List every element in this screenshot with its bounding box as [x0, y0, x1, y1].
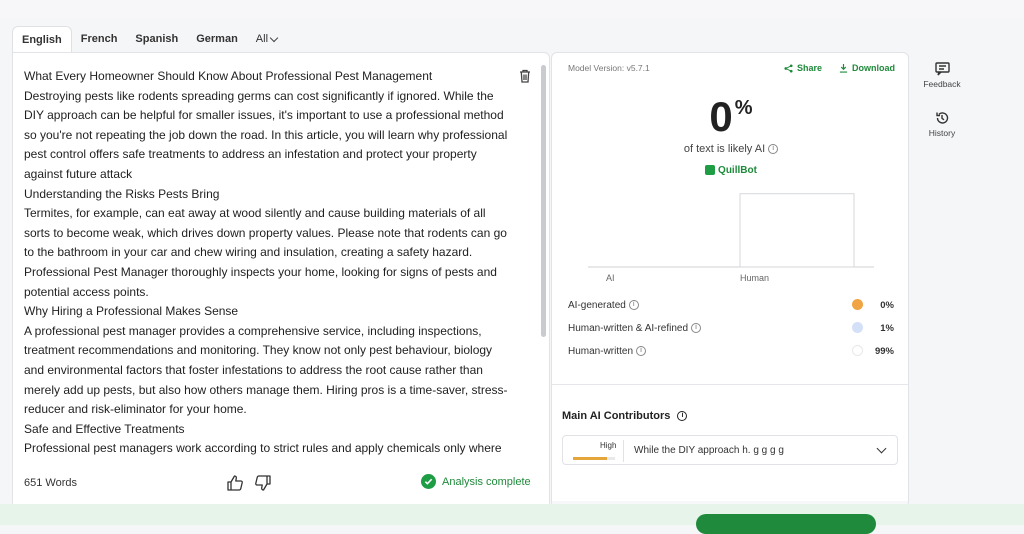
share-label: Share — [797, 63, 823, 73]
download-label: Download — [852, 63, 895, 73]
editor-content[interactable]: What Every Homeowner Should Know About P… — [24, 67, 514, 459]
stat-row-human-refined: Human-written & AI-refined i 1% — [568, 320, 894, 343]
legend-dot-human — [852, 345, 863, 356]
stat-label: Human-written & AI-refined i — [568, 323, 702, 334]
editor-paragraph: Why Hiring a Professional Makes Sense — [24, 304, 239, 319]
brand: QuillBot — [552, 165, 908, 176]
stat-label: AI-generated i — [568, 300, 639, 311]
divider — [623, 440, 624, 462]
editor-paragraph: What Every Homeowner Should Know About P… — [24, 69, 433, 83]
share-icon — [784, 63, 793, 73]
score-breakdown: AI-generated i 0% Human-written & AI-refi… — [568, 297, 894, 366]
stat-value: 0% — [880, 300, 894, 311]
info-icon[interactable]: i — [691, 323, 702, 334]
legend-dot-ai — [852, 299, 863, 310]
editor-scrollbar[interactable] — [541, 65, 546, 337]
ai-score: 0% — [552, 93, 908, 141]
likely-ai-caption: of text is likely AI i — [552, 143, 908, 155]
editor-paragraph: Understanding the Risks Pests Bring — [24, 186, 220, 201]
stat-row-human-written: Human-written i 99% — [568, 343, 894, 366]
contributor-level: High — [600, 441, 617, 450]
brand-logo-icon — [705, 165, 716, 176]
contributor-item[interactable]: High While the DIY approach h. g g g g — [562, 435, 898, 465]
editor-paragraph: Professional pest managers work accordin… — [24, 441, 502, 456]
language-tabs: English French Spanish German All — [12, 26, 286, 52]
tab-all-label: All — [255, 33, 269, 45]
thumbs-up-icon[interactable] — [226, 474, 244, 492]
stat-row-ai-generated: AI-generated i 0% — [568, 297, 894, 320]
info-icon[interactable]: i — [636, 346, 647, 357]
bar-human — [739, 193, 855, 268]
editor-paragraph: Destroying pests like rodents spreading … — [24, 88, 508, 181]
chevron-down-icon[interactable] — [876, 443, 887, 454]
tab-english[interactable]: English — [12, 26, 72, 52]
download-button[interactable]: Download — [839, 63, 895, 73]
editor-paragraph: Termites, for example, can eat away at w… — [24, 206, 507, 299]
editor-paragraph: A professional pest manager provides a c… — [24, 323, 508, 417]
tab-german[interactable]: German — [187, 26, 247, 52]
share-button[interactable]: Share — [784, 63, 822, 73]
stat-label-text: Human-written — [568, 346, 634, 357]
tab-all-dropdown[interactable]: All — [247, 26, 286, 52]
contributor-text: While the DIY approach h. g g g g — [634, 445, 784, 456]
trash-icon[interactable] — [519, 69, 531, 83]
stat-label-text: Human-written & AI-refined — [568, 323, 689, 334]
results-panel: Model Version: v5.7.1 Share Download 0% … — [551, 52, 909, 508]
info-icon[interactable]: i — [628, 300, 639, 311]
top-strip — [0, 0, 1024, 18]
tab-spanish[interactable]: Spanish — [126, 26, 187, 52]
divider — [552, 384, 908, 385]
info-icon[interactable]: i — [768, 144, 779, 155]
stat-value: 99% — [874, 346, 894, 357]
stat-label: Human-written i — [568, 346, 647, 357]
ai-score-unit: % — [734, 97, 753, 119]
brand-name: QuillBot — [718, 165, 757, 176]
stat-value: 1% — [880, 323, 894, 334]
analysis-status: Analysis complete — [421, 474, 531, 489]
text-editor-panel: What Every Homeowner Should Know About P… — [12, 52, 550, 508]
contributor-level-fill — [573, 457, 607, 460]
feedback-label: Feedback — [923, 79, 961, 89]
thumbs-down-icon[interactable] — [254, 474, 272, 492]
banner-button[interactable] — [696, 514, 876, 534]
editor-footer: 651 Words Analysis complete — [13, 466, 549, 506]
stat-label-text: AI-generated — [568, 300, 626, 311]
contributors-title-text: Main AI Contributors — [562, 410, 671, 422]
info-icon[interactable]: i — [677, 411, 688, 422]
chevron-down-icon — [269, 33, 279, 42]
history-icon — [936, 112, 949, 124]
feedback-icon — [934, 62, 950, 76]
history-button[interactable]: History — [920, 111, 964, 138]
tab-french[interactable]: French — [72, 26, 127, 52]
ai-human-bar-chart: AI Human — [588, 193, 874, 283]
x-tick-label: AI — [606, 273, 615, 283]
likely-ai-text: of text is likely AI — [683, 143, 766, 155]
feedback-button[interactable]: Feedback — [920, 62, 964, 89]
contributors-title: Main AI Contributors i — [562, 410, 688, 422]
x-tick-label: Human — [740, 273, 769, 283]
download-icon — [839, 63, 848, 73]
model-version: Model Version: v5.7.1 — [568, 63, 650, 73]
editor-paragraph: Safe and Effective Treatments — [24, 421, 185, 436]
check-circle-icon — [421, 474, 436, 489]
ai-score-value: 0 — [709, 93, 733, 140]
word-count: 651 Words — [24, 477, 77, 489]
history-label: History — [928, 128, 956, 138]
analysis-status-text: Analysis complete — [442, 475, 531, 488]
legend-dot-refined — [852, 322, 863, 333]
contributor-level-bar — [573, 457, 615, 460]
